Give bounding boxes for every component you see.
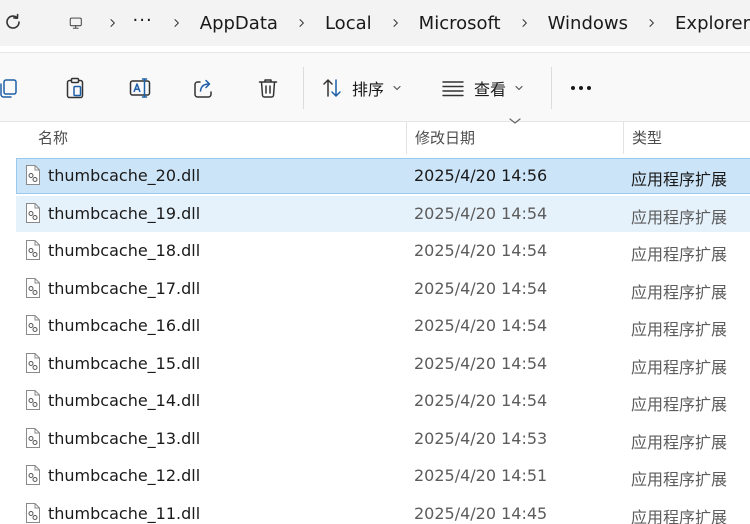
rename-icon[interactable] xyxy=(128,76,152,100)
dll-file-icon xyxy=(26,165,40,185)
file-date-modified: 2025/4/20 14:54 xyxy=(414,391,548,410)
file-date-modified: 2025/4/20 14:54 xyxy=(414,279,548,298)
file-date-modified: 2025/4/20 14:54 xyxy=(414,316,548,335)
file-name: thumbcache_12.dll xyxy=(48,466,201,485)
dll-file-icon xyxy=(26,278,40,298)
delete-icon[interactable] xyxy=(256,76,280,100)
list-item[interactable]: thumbcache_15.dll 2025/4/20 14:54 应用程序扩展 xyxy=(16,346,750,382)
dll-file-icon xyxy=(26,503,40,523)
list-item[interactable]: thumbcache_17.dll 2025/4/20 14:54 应用程序扩展 xyxy=(16,271,750,307)
refresh-icon[interactable] xyxy=(2,11,24,33)
list-item[interactable]: thumbcache_13.dll 2025/4/20 14:53 应用程序扩展 xyxy=(16,421,750,457)
file-name: thumbcache_13.dll xyxy=(48,429,201,448)
dll-file-icon xyxy=(26,203,40,223)
computer-icon[interactable] xyxy=(69,12,83,34)
dll-file-icon xyxy=(26,428,40,448)
view-button[interactable]: 查看 xyxy=(440,53,524,123)
file-type: 应用程序扩展 xyxy=(631,245,728,264)
file-date-modified: 2025/4/20 14:54 xyxy=(414,354,548,373)
file-name: thumbcache_20.dll xyxy=(48,166,201,185)
chevron-right-icon[interactable] xyxy=(296,14,307,32)
file-type: 应用程序扩展 xyxy=(631,395,728,414)
dll-file-icon xyxy=(26,315,40,335)
address-bar: ··· AppData Local Microsoft Windows Expl… xyxy=(0,0,750,46)
sort-icon xyxy=(323,79,341,97)
column-headers: 名称 修改日期 类型 xyxy=(0,122,750,154)
sort-button[interactable]: 排序 xyxy=(320,53,402,123)
command-bar: 排序 查看 xyxy=(0,52,750,122)
breadcrumb: ··· AppData Local Microsoft Windows Expl… xyxy=(60,0,750,46)
breadcrumb-local[interactable]: Local xyxy=(325,13,372,34)
sort-label: 排序 xyxy=(352,80,385,99)
list-item[interactable]: thumbcache_19.dll 2025/4/20 14:54 应用程序扩展 xyxy=(16,196,750,232)
column-divider[interactable] xyxy=(406,122,407,154)
file-name: thumbcache_15.dll xyxy=(48,354,201,373)
file-date-modified: 2025/4/20 14:45 xyxy=(414,504,548,523)
list-item[interactable]: thumbcache_14.dll 2025/4/20 14:54 应用程序扩展 xyxy=(16,383,750,419)
dll-file-icon xyxy=(26,390,40,410)
column-divider[interactable] xyxy=(623,122,624,154)
file-type: 应用程序扩展 xyxy=(631,170,728,189)
chevron-down-icon xyxy=(515,85,523,91)
chevron-right-icon[interactable] xyxy=(171,14,182,32)
breadcrumb-microsoft[interactable]: Microsoft xyxy=(419,13,501,34)
list-item[interactable]: thumbcache_16.dll 2025/4/20 14:54 应用程序扩展 xyxy=(16,308,750,344)
file-name: thumbcache_17.dll xyxy=(48,279,201,298)
breadcrumb-appdata[interactable]: AppData xyxy=(200,13,278,34)
file-name: thumbcache_18.dll xyxy=(48,241,201,260)
column-header-name[interactable]: 名称 xyxy=(38,127,68,148)
column-header-date-modified[interactable]: 修改日期 xyxy=(415,127,475,148)
toolbar-divider xyxy=(303,67,304,109)
breadcrumb-overflow[interactable]: ··· xyxy=(133,10,153,31)
chevron-right-icon[interactable] xyxy=(646,14,657,32)
file-type: 应用程序扩展 xyxy=(631,358,728,377)
column-header-type[interactable]: 类型 xyxy=(632,127,662,148)
breadcrumb-windows[interactable]: Windows xyxy=(548,13,628,34)
file-date-modified: 2025/4/20 14:54 xyxy=(414,241,548,260)
paste-icon[interactable] xyxy=(63,76,87,100)
dll-file-icon xyxy=(26,353,40,373)
list-item[interactable]: thumbcache_20.dll 2025/4/20 14:56 应用程序扩展 xyxy=(16,158,750,194)
file-name: thumbcache_11.dll xyxy=(48,504,201,523)
file-name: thumbcache_16.dll xyxy=(48,316,201,335)
view-label: 查看 xyxy=(474,80,507,99)
dll-file-icon xyxy=(26,240,40,260)
file-name: thumbcache_19.dll xyxy=(48,204,201,223)
toolbar-divider xyxy=(551,67,552,109)
chevron-right-icon[interactable] xyxy=(107,14,118,32)
chevron-right-icon[interactable] xyxy=(390,14,401,32)
view-icon xyxy=(442,81,464,97)
file-date-modified: 2025/4/20 14:56 xyxy=(414,166,548,185)
file-date-modified: 2025/4/20 14:54 xyxy=(414,204,548,223)
copy-icon[interactable] xyxy=(0,76,20,100)
file-type: 应用程序扩展 xyxy=(631,208,728,227)
dll-file-icon xyxy=(26,465,40,485)
chevron-down-icon xyxy=(393,85,401,91)
file-type: 应用程序扩展 xyxy=(631,320,728,339)
file-type: 应用程序扩展 xyxy=(631,433,728,452)
file-type: 应用程序扩展 xyxy=(631,470,728,489)
file-date-modified: 2025/4/20 14:53 xyxy=(414,429,548,448)
list-item[interactable]: thumbcache_18.dll 2025/4/20 14:54 应用程序扩展 xyxy=(16,233,750,269)
file-type: 应用程序扩展 xyxy=(631,508,728,524)
file-type: 应用程序扩展 xyxy=(631,283,728,302)
file-date-modified: 2025/4/20 14:51 xyxy=(414,466,548,485)
breadcrumb-explorer[interactable]: Explorer xyxy=(675,13,750,34)
file-name: thumbcache_14.dll xyxy=(48,391,201,410)
list-item[interactable]: thumbcache_11.dll 2025/4/20 14:45 应用程序扩展 xyxy=(16,496,750,524)
share-icon[interactable] xyxy=(192,76,216,100)
more-options-icon[interactable] xyxy=(568,78,594,98)
list-item[interactable]: thumbcache_12.dll 2025/4/20 14:51 应用程序扩展 xyxy=(16,458,750,494)
chevron-right-icon[interactable] xyxy=(519,14,530,32)
